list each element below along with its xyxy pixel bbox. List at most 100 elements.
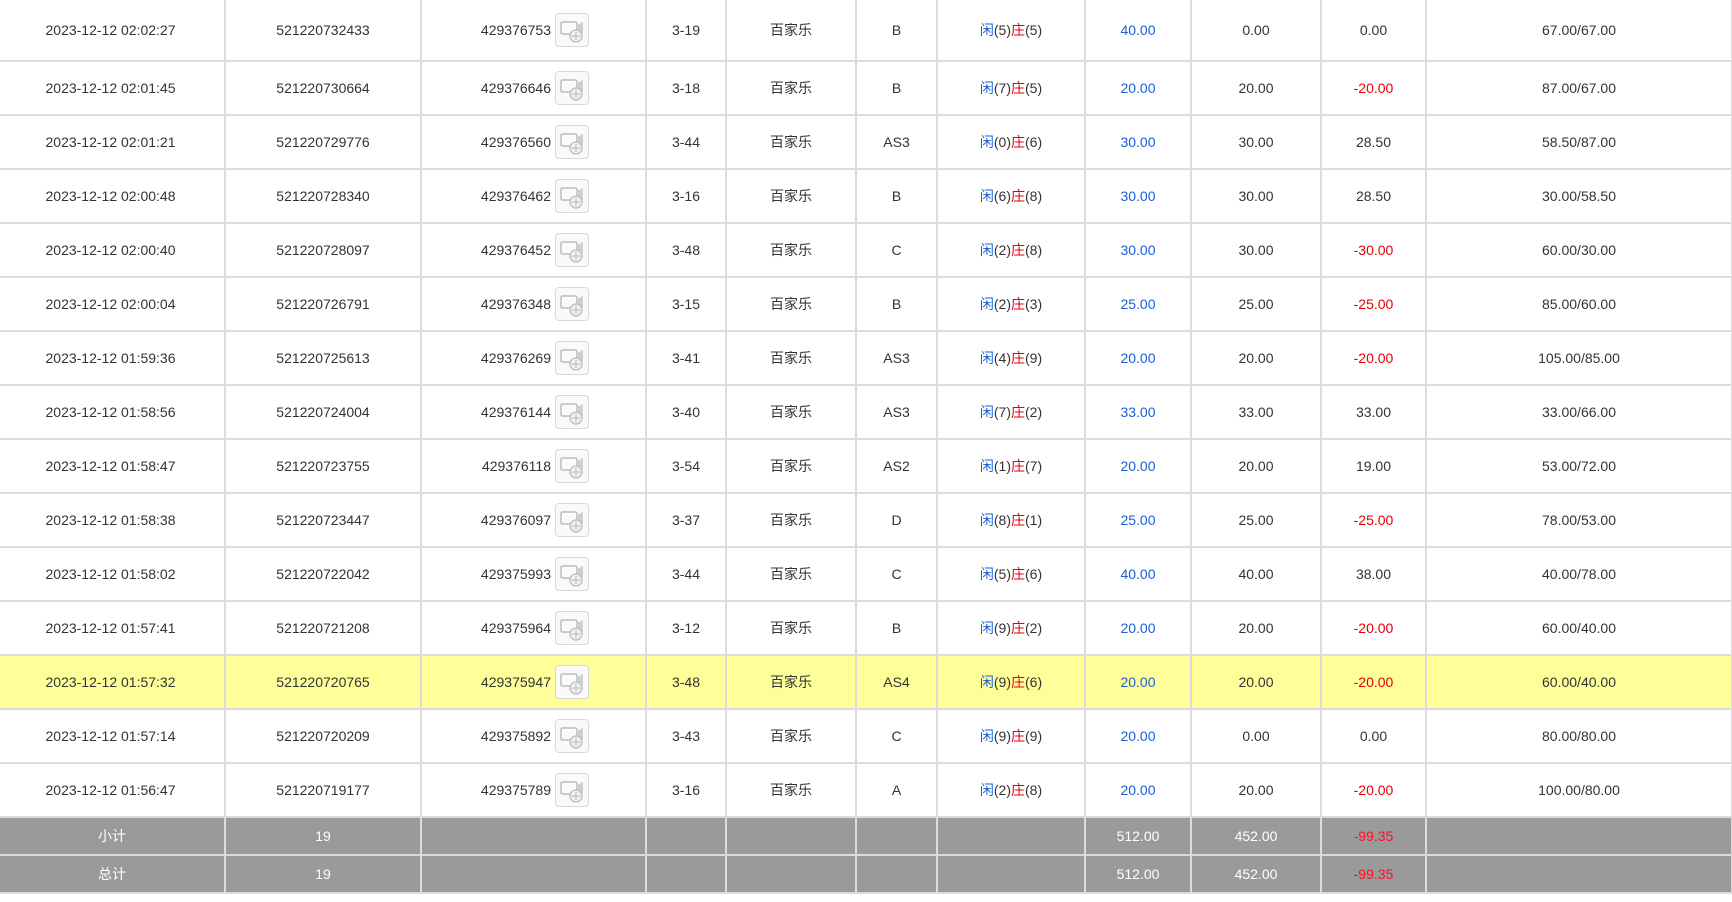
game-name: 百家乐 — [726, 0, 857, 62]
video-replay-icon[interactable] — [555, 719, 589, 753]
bet-id: 521220726791 — [225, 277, 422, 332]
player-label: 闲 — [979, 296, 994, 312]
bet-time: 2023-12-12 01:56:47 — [0, 763, 226, 818]
game-id: 429375789 — [480, 782, 551, 798]
video-replay-icon[interactable] — [555, 341, 589, 375]
video-replay-icon[interactable] — [555, 287, 589, 321]
round-no: 3-15 — [646, 277, 727, 332]
video-replay-icon[interactable] — [555, 773, 589, 807]
bet-time: 2023-12-12 01:57:14 — [0, 709, 226, 764]
result-cell: 闲(5)庄(5) — [937, 0, 1086, 62]
player-label: 闲 — [979, 80, 994, 96]
video-replay-icon[interactable] — [555, 449, 589, 483]
result-cell: 闲(6)庄(8) — [937, 169, 1086, 224]
banker-label: 庄 — [1011, 512, 1025, 528]
table-row: 2023-12-12 01:58:56 521220724004 429376144… — [0, 385, 1732, 440]
video-replay-icon[interactable] — [555, 395, 589, 429]
bet-amount: 40.00 — [1085, 547, 1192, 602]
player-label: 闲 — [979, 350, 994, 366]
bet-time: 2023-12-12 01:58:47 — [0, 439, 226, 494]
table-code: C — [856, 547, 938, 602]
banker-label: 庄 — [1011, 404, 1025, 420]
bet-amount: 20.00 — [1085, 709, 1192, 764]
video-replay-icon[interactable] — [555, 503, 589, 537]
banker-score: (8) — [1025, 782, 1043, 798]
banker-label: 庄 — [1011, 458, 1025, 474]
bet-amount: 20.00 — [1085, 439, 1192, 494]
table-code: B — [856, 601, 938, 656]
balance: 33.00/66.00 — [1426, 385, 1732, 440]
table-row: 2023-12-12 02:01:45 521220730664 429376646… — [0, 61, 1732, 116]
round-no: 3-54 — [646, 439, 727, 494]
video-replay-icon[interactable] — [555, 611, 589, 645]
bet-amount: 30.00 — [1085, 223, 1192, 278]
win-loss: -20.00 — [1321, 331, 1427, 386]
bet-id: 521220721208 — [225, 601, 422, 656]
result-cell: 闲(2)庄(8) — [937, 763, 1086, 818]
table-code: A — [856, 763, 938, 818]
balance: 30.00/58.50 — [1426, 169, 1732, 224]
banker-score: (5) — [1025, 80, 1043, 96]
result-cell: 闲(9)庄(2) — [937, 601, 1086, 656]
bet-id: 521220729776 — [225, 115, 422, 170]
table-code: C — [856, 223, 938, 278]
video-replay-icon[interactable] — [555, 125, 589, 159]
result-cell: 闲(2)庄(8) — [937, 223, 1086, 278]
win-loss: -20.00 — [1321, 601, 1427, 656]
game-name: 百家乐 — [726, 763, 857, 818]
banker-label: 庄 — [1011, 782, 1025, 798]
valid-bet: 20.00 — [1191, 601, 1322, 656]
game-id-cell: 429376462 — [421, 169, 647, 224]
game-name: 百家乐 — [726, 385, 857, 440]
player-label: 闲 — [979, 22, 994, 38]
player-score: (8) — [993, 512, 1011, 528]
result-cell: 闲(7)庄(2) — [937, 385, 1086, 440]
game-name: 百家乐 — [726, 169, 857, 224]
bet-time: 2023-12-12 01:59:36 — [0, 331, 226, 386]
win-loss: -25.00 — [1321, 493, 1427, 548]
banker-score: (2) — [1025, 404, 1043, 420]
player-score: (2) — [993, 782, 1011, 798]
player-label: 闲 — [979, 458, 994, 474]
game-name: 百家乐 — [726, 655, 857, 710]
bet-time: 2023-12-12 02:00:40 — [0, 223, 226, 278]
round-no: 3-48 — [646, 655, 727, 710]
banker-label: 庄 — [1011, 242, 1025, 258]
bet-id: 521220720209 — [225, 709, 422, 764]
video-replay-icon[interactable] — [555, 557, 589, 591]
banker-label: 庄 — [1011, 620, 1025, 636]
game-id-cell: 429375947 — [421, 655, 647, 710]
video-replay-icon[interactable] — [555, 233, 589, 267]
game-id-cell: 429375789 — [421, 763, 647, 818]
game-id: 429375947 — [480, 674, 551, 690]
video-replay-icon[interactable] — [555, 13, 589, 47]
table-row: 2023-12-12 01:58:38 521220723447 429376097… — [0, 493, 1732, 548]
balance: 60.00/40.00 — [1426, 655, 1732, 710]
bet-time: 2023-12-12 01:58:56 — [0, 385, 226, 440]
banker-label: 庄 — [1011, 296, 1025, 312]
video-replay-icon[interactable] — [555, 179, 589, 213]
table-row: 2023-12-12 02:00:48 521220728340 429376462… — [0, 169, 1732, 224]
result-cell: 闲(9)庄(9) — [937, 709, 1086, 764]
valid-bet: 40.00 — [1191, 547, 1322, 602]
bet-amount: 20.00 — [1085, 61, 1192, 116]
video-replay-icon[interactable] — [555, 71, 589, 105]
win-loss: -25.00 — [1321, 277, 1427, 332]
bet-time: 2023-12-12 02:01:45 — [0, 61, 226, 116]
balance: 85.00/60.00 — [1426, 277, 1732, 332]
valid-bet: 20.00 — [1191, 655, 1322, 710]
game-id-cell: 429376452 — [421, 223, 647, 278]
table-code: B — [856, 61, 938, 116]
balance: 78.00/53.00 — [1426, 493, 1732, 548]
banker-label: 庄 — [1011, 134, 1025, 150]
table-code: AS3 — [856, 385, 938, 440]
video-replay-icon[interactable] — [555, 665, 589, 699]
game-id: 429376753 — [480, 22, 551, 38]
valid-bet: 20.00 — [1191, 439, 1322, 494]
game-id: 429376560 — [480, 134, 551, 150]
subtotal-row: 小计 19 512.00 452.00 -99.35 — [0, 817, 1732, 856]
round-no: 3-40 — [646, 385, 727, 440]
bet-time: 2023-12-12 01:57:41 — [0, 601, 226, 656]
bet-id: 521220732433 — [225, 0, 422, 62]
banker-score: (8) — [1025, 188, 1043, 204]
